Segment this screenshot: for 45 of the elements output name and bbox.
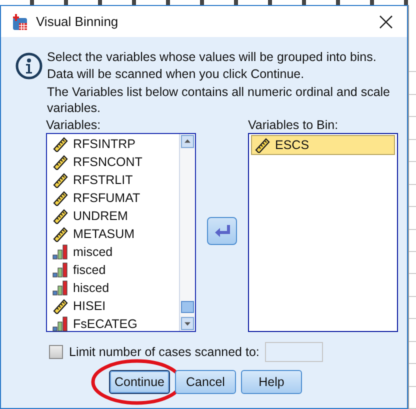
ruler-icon <box>52 136 69 152</box>
bin-list[interactable]: ESCS <box>248 133 398 332</box>
info-icon <box>15 52 43 80</box>
ruler-icon <box>52 154 69 170</box>
table-icon <box>11 12 29 30</box>
bar-chart-icon <box>52 316 69 332</box>
variable-item[interactable]: RFSFUMAT <box>49 189 177 207</box>
variable-item[interactable]: RFSINTRP <box>49 135 177 153</box>
ruler-icon <box>52 208 69 224</box>
variable-item[interactable]: METASUM <box>49 225 177 243</box>
ruler-icon <box>52 172 69 188</box>
variable-item[interactable]: HISEI <box>49 297 177 315</box>
ruler-icon <box>254 136 271 153</box>
list-label: Variables to Bin: <box>248 117 340 133</box>
dialog-button[interactable]: Help <box>241 370 302 394</box>
ruler-icon <box>52 298 69 314</box>
list-label: Variables: <box>46 117 102 133</box>
bar-chart-icon <box>52 262 69 278</box>
close-icon[interactable] <box>379 14 393 28</box>
arrow-icon <box>214 224 230 238</box>
dialog-button[interactable]: Cancel <box>175 370 236 394</box>
instruction-text: The Variables list below contains all numeric ordinal and scale variables. <box>47 84 391 116</box>
instruction-text: Select the variables whose values will be grouped into bins. <box>47 49 378 65</box>
variable-item[interactable]: UNDREM <box>49 207 177 225</box>
variable-item[interactable]: FsECATEG <box>49 315 177 333</box>
ruler-icon <box>52 190 69 206</box>
scroll-down-icon[interactable] <box>181 317 194 330</box>
variable-item[interactable]: RFSTRLIT <box>49 171 177 189</box>
move-button[interactable] <box>207 216 237 244</box>
bar-chart-icon <box>52 244 69 260</box>
dialog-button[interactable]: Continue <box>109 370 170 394</box>
ruler-icon <box>52 226 69 242</box>
variables-list[interactable]: RFSINTRP RFSNCONT RFSTRLIT RFSFUMAT UNDREM METASUM misced fisced hisced HISEI FsECATEG <box>46 133 196 332</box>
variable-item[interactable]: misced <box>49 243 177 261</box>
variable-item[interactable]: ESCS <box>251 135 395 155</box>
scrollbar[interactable] <box>179 134 195 331</box>
limit-label: Limit number of cases scanned to: <box>69 345 260 359</box>
window-title: Visual Binning <box>36 14 120 29</box>
variable-item[interactable]: fisced <box>49 261 177 279</box>
variable-item[interactable]: RFSNCONT <box>49 153 177 171</box>
bar-chart-icon <box>52 280 69 296</box>
variable-item[interactable]: hisced <box>49 279 177 297</box>
instruction-text: Data will be scanned when you click Continue. <box>47 66 306 82</box>
scroll-up-icon[interactable] <box>181 135 194 148</box>
scroll-thumb[interactable] <box>181 301 194 313</box>
